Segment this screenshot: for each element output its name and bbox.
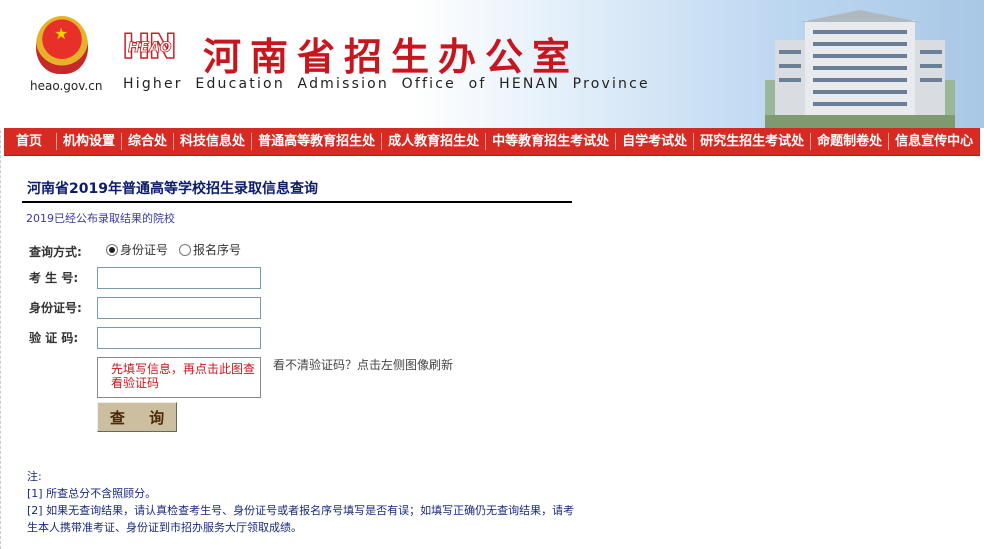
published-schools-link[interactable]: 2019已经公布录取结果的院校 (26, 210, 175, 226)
note-item: [2] 如果无查询结果，请认真检查考生号、身份证号或者报名序号填写是否有误；如填… (27, 504, 575, 534)
notes: 注: [1] 所查总分不含照顾分。 [2] 如果无查询结果，请认真检查考生号、身… (27, 468, 575, 536)
nav-tech-info[interactable]: 科技信息处 (174, 133, 253, 150)
id-number-input[interactable] (97, 297, 261, 319)
site-title-cn: 河南省招生办公室 (203, 34, 580, 79)
nav-graduate[interactable]: 研究生招生考试处 (694, 133, 812, 150)
title-divider (22, 201, 572, 203)
radio-id-number[interactable]: 身份证号 (106, 241, 168, 258)
captcha-image[interactable]: 先填写信息，再点击此图查看验证码 (97, 357, 261, 398)
query-button[interactable]: 查 询 (97, 402, 177, 432)
radio-label: 身份证号 (120, 243, 169, 257)
radio-checked-icon[interactable] (106, 243, 118, 256)
nav-info-center[interactable]: 信息宣传中心 (889, 133, 979, 150)
building-image (765, 10, 955, 128)
page-title: 河南省2019年普通高等学校招生录取信息查询 (27, 181, 318, 197)
query-mode-label: 查询方式: (29, 245, 82, 259)
radio-label: 报名序号 (193, 243, 242, 257)
captcha-input[interactable] (97, 327, 261, 349)
exam-no-input[interactable] (97, 267, 261, 289)
site-header: ★ heao.gov.cn HN HEAO 河南省招生办公室 Higher Ed… (0, 0, 984, 128)
nav-self-study[interactable]: 自学考试处 (616, 133, 695, 150)
radio-registration-number[interactable]: 报名序号 (179, 241, 241, 258)
nav-general-affairs[interactable]: 综合处 (122, 133, 175, 150)
main-nav: 首页 机构设置 综合处 科技信息处 普通高等教育招生处 成人教育招生处 中等教育… (4, 128, 980, 156)
captcha-hint: 看不清验证码？点击左侧图像刷新 (273, 358, 454, 372)
exam-no-label: 考 生 号: (29, 271, 79, 285)
nav-home[interactable]: 首页 (4, 133, 58, 150)
site-domain: heao.gov.cn (30, 79, 103, 93)
nav-organization[interactable]: 机构设置 (57, 133, 123, 150)
logo-abbr: HEAO (128, 40, 172, 57)
note-item: [1] 所查总分不含照顾分。 (27, 487, 157, 500)
nav-adult-ed[interactable]: 成人教育招生处 (382, 133, 487, 150)
captcha-label: 验 证 码: (29, 331, 79, 345)
site-title-en: Higher Education Admission Office of HEN… (123, 76, 650, 92)
nav-higher-ed-admission[interactable]: 普通高等教育招生处 (252, 133, 383, 150)
nav-exam-paper[interactable]: 命题制卷处 (811, 133, 890, 150)
notes-heading: 注: (27, 470, 42, 483)
nav-secondary-ed[interactable]: 中等教育招生考试处 (486, 133, 617, 150)
national-emblem-icon: ★ (36, 16, 88, 74)
id-number-label: 身份证号: (29, 301, 82, 315)
radio-unchecked-icon[interactable] (179, 243, 191, 256)
